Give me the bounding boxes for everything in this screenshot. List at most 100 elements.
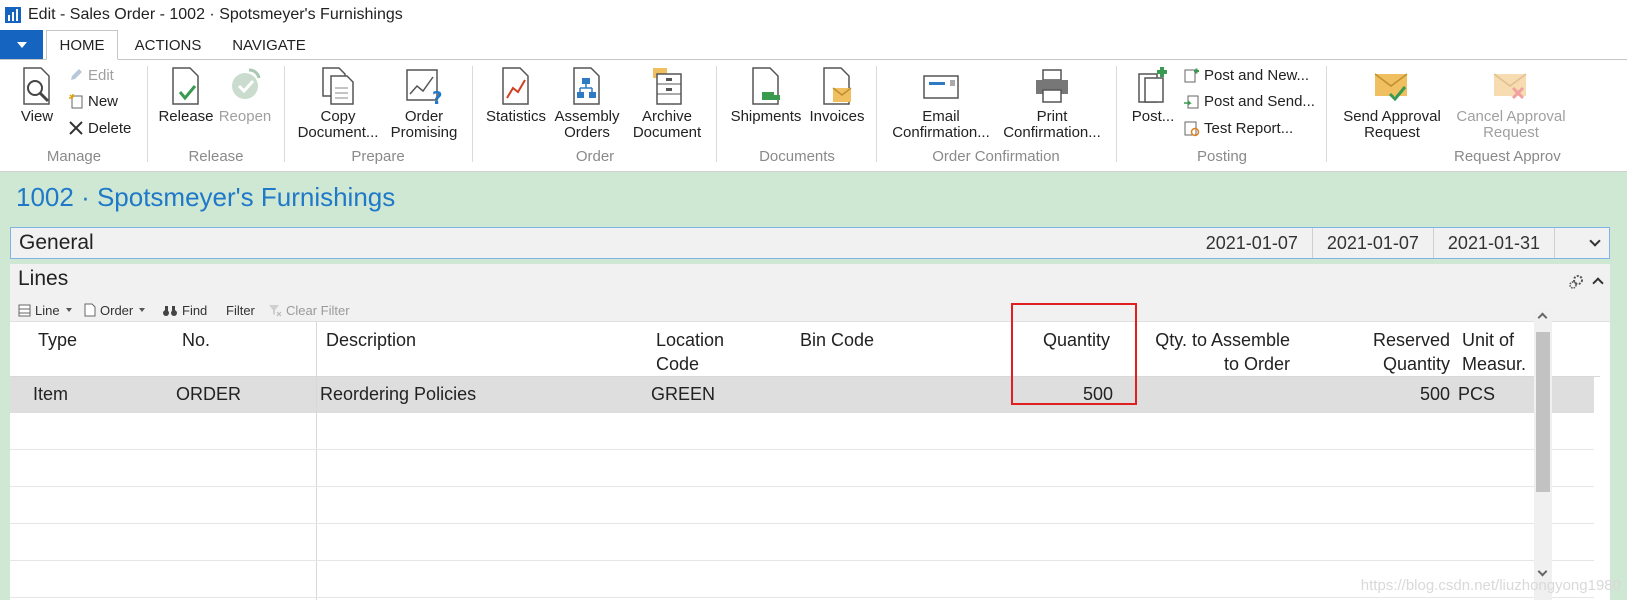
general-summary-dates: 2021-01-07 2021-01-07 2021-01-31	[1192, 228, 1555, 258]
group-label-prepare: Prepare	[351, 148, 405, 165]
delete-button[interactable]: Delete	[68, 118, 131, 138]
posting-date: 2021-01-07	[1313, 228, 1434, 258]
release-button[interactable]: Release	[158, 66, 214, 125]
tab-actions[interactable]: ACTIONS	[124, 30, 212, 60]
row-divider	[10, 560, 1594, 561]
lines-header: Lines	[10, 264, 1610, 298]
tab-navigate[interactable]: NAVIGATE	[220, 30, 318, 60]
test-report-button[interactable]: Test Report...	[1183, 118, 1293, 138]
invoices-button[interactable]: Invoices	[806, 66, 868, 125]
column-header-reserved-quantity[interactable]: Reserved Quantity	[1330, 328, 1450, 376]
copy-document-button[interactable]: Copy Document...	[294, 66, 382, 141]
new-button[interactable]: New	[68, 91, 118, 111]
general-fasttab[interactable]: General 2021-01-07 2021-01-07 2021-01-31	[10, 227, 1610, 259]
clear-filter-button[interactable]: Clear Filter	[268, 301, 350, 319]
cell-description[interactable]: Reordering Policies	[320, 384, 476, 405]
archive-document-button[interactable]: Archive Document	[630, 66, 704, 141]
group-label-posting: Posting	[1196, 148, 1248, 165]
dropdown-arrow-icon	[139, 308, 146, 312]
gear-icon[interactable]	[1568, 274, 1584, 290]
cell-location-code[interactable]: GREEN	[651, 384, 715, 405]
shipments-button[interactable]: Shipments	[728, 66, 804, 125]
column-header-bin-code[interactable]: Bin Code	[800, 328, 874, 352]
lines-label: Lines	[18, 267, 69, 290]
post-button[interactable]: Post...	[1128, 66, 1178, 125]
ribbon-separator	[716, 66, 717, 162]
post-and-send-button[interactable]: Post and Send...	[1183, 91, 1315, 111]
post-and-new-button[interactable]: Post and New...	[1183, 65, 1309, 85]
filter-button[interactable]: Filter	[226, 301, 255, 319]
view-icon	[23, 67, 50, 105]
scroll-thumb[interactable]	[1536, 332, 1550, 492]
print-confirmation-button[interactable]: Print Confirmation...	[998, 66, 1106, 141]
order-promising-icon: ?	[406, 69, 442, 106]
edit-button[interactable]: Edit	[68, 65, 114, 85]
tab-home[interactable]: HOME	[46, 30, 118, 60]
scroll-down-icon[interactable]	[1537, 566, 1548, 577]
ribbon-tab-row: HOME ACTIONS NAVIGATE	[0, 30, 1627, 60]
cell-reserved-quantity[interactable]: 500	[1330, 384, 1450, 405]
pencil-icon	[71, 69, 82, 80]
cell-type[interactable]: Item	[33, 384, 68, 405]
email-icon	[923, 75, 959, 99]
chevron-down-icon[interactable]	[1589, 235, 1601, 247]
binoculars-icon	[163, 305, 177, 316]
ribbon-separator	[472, 66, 473, 162]
assembly-orders-button[interactable]: Assembly Orders	[552, 66, 622, 141]
column-header-location-code[interactable]: Location Code	[656, 328, 724, 376]
group-label-documents: Documents	[759, 148, 835, 165]
column-header-description[interactable]: Description	[326, 328, 416, 352]
reopen-button[interactable]: Reopen	[216, 66, 274, 125]
ribbon: View Edit New Delete Manage Release Reop…	[0, 60, 1627, 172]
shipments-icon	[752, 67, 780, 105]
watermark: https://blog.csdn.net/liuzhongyong1980	[1360, 577, 1621, 594]
content-area: 1002 · Spotsmeyer's Furnishings General …	[0, 172, 1627, 600]
row-divider	[10, 486, 1594, 487]
view-button[interactable]: View	[14, 66, 60, 125]
cell-unit-of-measure[interactable]: PCS	[1458, 384, 1495, 405]
scroll-up-icon[interactable]	[1537, 312, 1548, 323]
column-header-qty-to-assemble[interactable]: Qty. to Assemble to Order	[1130, 328, 1290, 376]
new-document-icon	[69, 94, 83, 109]
email-confirmation-button[interactable]: Email Confirmation...	[886, 66, 996, 141]
post-new-icon	[1184, 68, 1199, 82]
svg-text:?: ?	[432, 88, 442, 106]
row-divider	[10, 449, 1594, 450]
app-menu-button[interactable]	[0, 30, 43, 59]
post-icon	[1138, 67, 1167, 103]
window-title: Edit - Sales Order - 1002 · Spotsmeyer's…	[28, 6, 403, 23]
group-label-manage: Manage	[46, 148, 102, 165]
general-label: General	[19, 231, 94, 254]
lines-toolbar: Line Order Find Filter Clear Filter	[10, 298, 1610, 322]
cancel-approval-request-button[interactable]: Cancel Approval Request	[1450, 66, 1572, 141]
order-icon	[84, 303, 96, 317]
archive-document-icon	[653, 68, 682, 105]
test-report-icon	[1184, 121, 1200, 136]
row-divider	[10, 523, 1594, 524]
column-header-type[interactable]: Type	[38, 328, 77, 352]
app-icon	[5, 7, 21, 23]
send-approval-request-button[interactable]: Send Approval Request	[1338, 66, 1446, 141]
order-menu-button[interactable]: Order	[84, 301, 146, 319]
dropdown-arrow-icon	[65, 308, 72, 312]
line-icon	[18, 304, 31, 316]
ribbon-separator	[1116, 66, 1117, 162]
find-button[interactable]: Find	[162, 301, 207, 319]
vertical-scrollbar[interactable]	[1534, 306, 1552, 600]
ribbon-separator	[1326, 66, 1327, 162]
page-title: 1002 · Spotsmeyer's Furnishings	[16, 182, 396, 212]
group-label-release: Release	[188, 148, 244, 165]
statistics-button[interactable]: Statistics	[483, 66, 549, 125]
line-menu-button[interactable]: Line	[18, 301, 72, 319]
column-header-unit-of-measure[interactable]: Unit of Measur.	[1462, 328, 1526, 376]
chevron-up-icon[interactable]	[1592, 277, 1604, 289]
copy-document-icon	[322, 67, 354, 105]
lines-part: Lines Line Order Find Filter Clear Filte…	[10, 264, 1610, 600]
group-label-order-confirmation: Order Confirmation	[932, 148, 1060, 165]
column-header-no[interactable]: No.	[182, 328, 210, 352]
cell-no[interactable]: ORDER	[176, 384, 241, 405]
send-approval-icon	[1374, 73, 1408, 102]
statistics-icon	[502, 67, 529, 105]
order-promising-button[interactable]: ? Order Promising	[390, 66, 458, 141]
invoices-icon	[823, 67, 852, 105]
